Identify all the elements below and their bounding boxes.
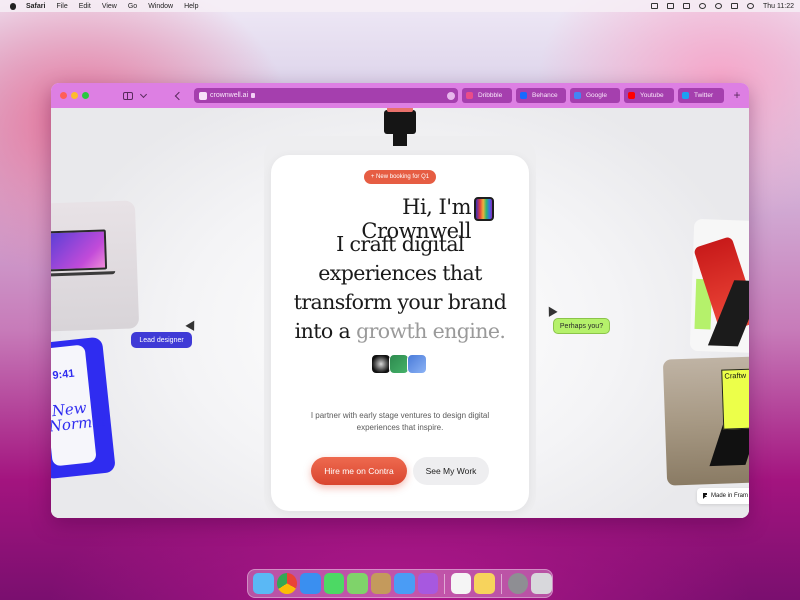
finder-app-icon [407, 354, 427, 374]
made-in-framer-badge[interactable]: Made in Fram [697, 488, 749, 504]
browser-toolbar: crownwell.ai Dribbble Behance Google You… [51, 83, 749, 108]
tab-youtube[interactable]: Youtube [624, 88, 674, 103]
tab-label: Dribbble [478, 92, 503, 99]
perhaps-you-tag: Perhaps you? [553, 318, 610, 334]
intro-text: I partner with early stage ventures to d… [310, 411, 490, 432]
dock-separator [500, 573, 502, 594]
close-window-button[interactable] [60, 92, 67, 99]
cursor-icon [185, 318, 199, 331]
menu-window[interactable]: Window [148, 3, 173, 10]
dock-separator [444, 573, 445, 594]
device-neck [393, 132, 407, 146]
laptop-screen-image [51, 229, 108, 272]
reminders-icon[interactable] [450, 573, 472, 594]
phone-time: 9:41 [51, 367, 76, 382]
menu-go[interactable]: Go [128, 3, 137, 10]
made-in-label: Made in Fram [711, 493, 749, 499]
laptop-base-image [51, 271, 116, 277]
back-button[interactable] [174, 91, 184, 100]
chevron-down-icon[interactable] [139, 90, 148, 98]
notes-icon[interactable] [474, 573, 495, 594]
device-illustration [384, 108, 416, 146]
phone-showcase-card[interactable]: 9:41 New Normal [51, 336, 116, 480]
tab-label: Youtube [640, 92, 664, 99]
reload-icon[interactable] [447, 91, 455, 100]
youtube-icon [628, 92, 635, 99]
lead-designer-tag: Lead designer [131, 332, 192, 348]
window-controls [60, 92, 89, 99]
control-center-icon[interactable] [730, 3, 738, 9]
maps-icon[interactable] [347, 573, 368, 594]
twitter-icon [682, 92, 689, 99]
dropbox-icon[interactable] [666, 3, 674, 9]
archive-icon[interactable] [370, 573, 391, 594]
address-bar[interactable]: crownwell.ai [194, 88, 458, 103]
see-work-button[interactable]: See My Work [413, 457, 489, 485]
tab-label: Behance [532, 92, 558, 99]
cursor-icon [544, 304, 558, 317]
siri-icon[interactable] [746, 3, 754, 9]
booking-badge[interactable]: + New booking for Q1 [364, 170, 436, 184]
phone-script-text: New Normal [51, 398, 107, 436]
laptop-showcase-card[interactable] [51, 200, 140, 332]
tab-label: Google [586, 92, 607, 99]
search-icon[interactable] [714, 3, 722, 9]
tab-dribbble[interactable]: Dribbble [462, 88, 512, 103]
web-page: 9:41 New Normal Lead designer + New book… [51, 108, 749, 518]
avatar [474, 197, 494, 221]
scene-showcase-card[interactable]: Craftw [662, 356, 749, 486]
apple-icon[interactable] [8, 1, 18, 11]
tab-behance[interactable]: Behance [516, 88, 566, 103]
menu-bar: Safari File Edit View Go Window Help Thu… [0, 0, 800, 12]
device-head [384, 108, 416, 134]
screen-icon[interactable] [650, 3, 658, 9]
menu-edit[interactable]: Edit [79, 3, 91, 10]
tab-google[interactable]: Google [570, 88, 620, 103]
google-icon [574, 92, 581, 99]
lock-icon [251, 93, 256, 98]
status-area: Thu 11:22 [650, 3, 794, 10]
chrome-icon[interactable] [276, 573, 297, 594]
podcasts-icon[interactable] [417, 573, 438, 594]
behance-icon [520, 92, 527, 99]
camera-lens-icon [371, 354, 391, 374]
zoom-window-button[interactable] [82, 92, 89, 99]
messages-icon[interactable] [323, 573, 344, 594]
hero-headline: I craft digital experiences that transfo… [279, 230, 521, 346]
dock [247, 569, 553, 598]
battery-icon[interactable] [682, 3, 690, 9]
menu-app-name[interactable]: Safari [26, 3, 45, 10]
headline-accent: growth engine. [356, 319, 506, 343]
craftwell-tag: Craftw [721, 368, 749, 430]
menu-help[interactable]: Help [184, 3, 198, 10]
menu-file[interactable]: File [56, 3, 67, 10]
new-tab-button[interactable]: + [731, 89, 743, 101]
phone-stand-card[interactable] [689, 218, 749, 354]
hire-me-button[interactable]: Hire me on Contra [311, 457, 407, 485]
trash-icon[interactable] [531, 573, 552, 594]
site-favicon-icon [199, 91, 207, 100]
leaf-app-icon [389, 354, 409, 374]
finder-icon[interactable] [253, 573, 274, 594]
phone-screen: 9:41 New Normal [51, 344, 107, 467]
clock[interactable]: Thu 11:22 [763, 3, 794, 10]
url-text[interactable]: crownwell.ai [210, 92, 248, 99]
tab-label: Twitter [694, 92, 714, 99]
browser-window: crownwell.ai Dribbble Behance Google You… [51, 83, 749, 518]
framer-icon [703, 493, 707, 499]
settings-icon[interactable] [507, 573, 529, 594]
tab-twitter[interactable]: Twitter [678, 88, 724, 103]
dribbble-icon [466, 92, 473, 99]
sidebar-toggle-icon[interactable] [123, 91, 133, 100]
minimize-window-button[interactable] [71, 92, 78, 99]
wifi-icon[interactable] [698, 3, 706, 9]
tool-icons [371, 354, 427, 376]
mail-icon[interactable] [394, 573, 415, 594]
app-store-icon[interactable] [300, 573, 321, 594]
menu-view[interactable]: View [102, 3, 117, 10]
